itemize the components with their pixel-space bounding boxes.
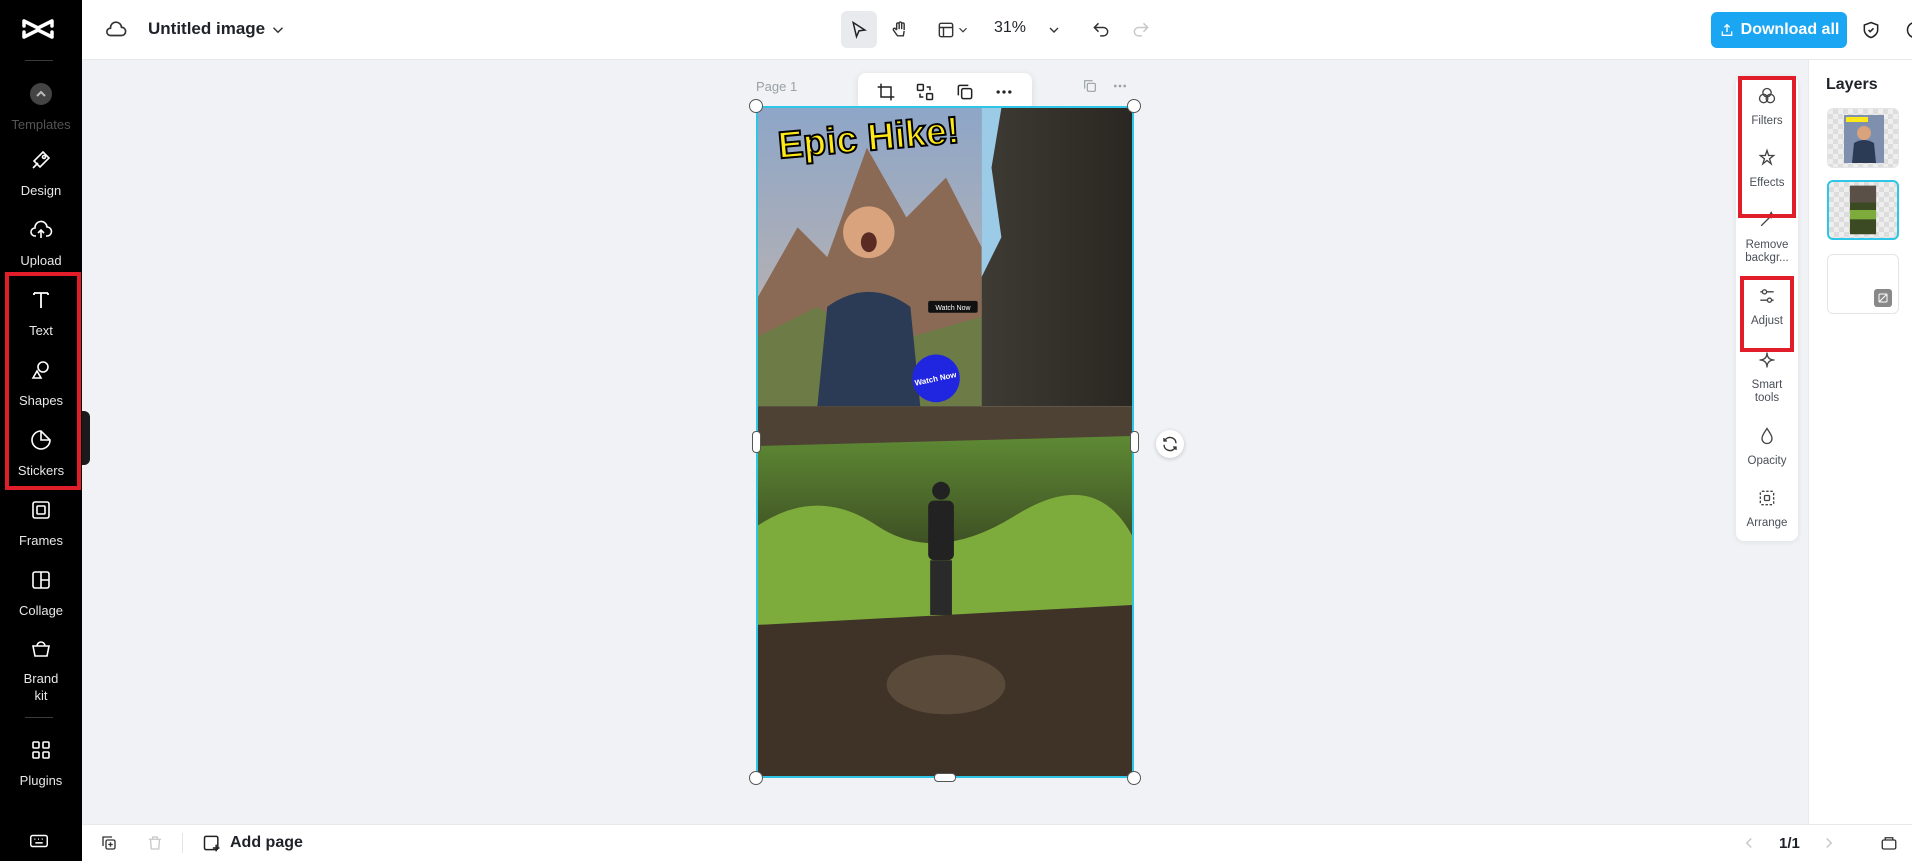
zoom-chevron-down-icon[interactable] bbox=[1044, 20, 1064, 40]
shield-icon[interactable] bbox=[1858, 17, 1884, 43]
tool-remove-background[interactable]: Remove backgr... bbox=[1736, 210, 1798, 265]
tool-label: Arrange bbox=[1746, 517, 1788, 529]
add-page-label: Add page bbox=[230, 834, 303, 851]
capcut-logo[interactable] bbox=[21, 14, 55, 44]
sidebar-item-design[interactable]: Design bbox=[0, 148, 82, 199]
templates-icon bbox=[29, 82, 53, 111]
bottom-divider bbox=[182, 833, 183, 853]
zoom-level[interactable]: 31% bbox=[994, 19, 1026, 37]
page-actions bbox=[1082, 78, 1128, 99]
keyboard-icon[interactable] bbox=[28, 830, 50, 857]
collage-icon bbox=[29, 568, 53, 597]
layer-thumbnail-1[interactable] bbox=[1827, 108, 1899, 168]
next-page-icon[interactable] bbox=[1820, 834, 1838, 857]
design-icon bbox=[29, 148, 53, 177]
sidebar-item-upload[interactable]: Upload bbox=[0, 218, 82, 269]
resize-handle-right[interactable] bbox=[1130, 431, 1139, 453]
add-frame-icon[interactable] bbox=[100, 834, 118, 857]
copy-icon[interactable] bbox=[951, 78, 979, 106]
sidebar-divider bbox=[25, 60, 53, 61]
sidebar-item-frames[interactable]: Frames bbox=[0, 498, 82, 549]
sidebar-item-label: Brand kit bbox=[23, 671, 59, 703]
replace-icon[interactable] bbox=[911, 78, 939, 106]
sidebar-divider bbox=[25, 717, 53, 718]
sidebar-item-brand-kit[interactable]: Brand kit bbox=[0, 636, 82, 704]
sparkle-icon bbox=[1757, 350, 1777, 375]
page-manager-icon[interactable] bbox=[1880, 834, 1898, 857]
top-bar: Untitled image 31% Download all bbox=[82, 0, 1912, 60]
droplet-icon bbox=[1757, 426, 1777, 451]
resize-handle-bottom-right[interactable] bbox=[1127, 771, 1141, 785]
trash-icon[interactable] bbox=[146, 834, 164, 857]
sidebar-item-label: Templates bbox=[11, 117, 71, 132]
sidebar-item-label: Frames bbox=[18, 533, 64, 548]
highlight-box-adjust bbox=[1740, 276, 1794, 352]
rotate-handle[interactable] bbox=[1156, 430, 1184, 458]
sidebar-item-label: Plugins bbox=[19, 773, 63, 788]
help-icon[interactable] bbox=[1902, 17, 1912, 43]
tool-opacity[interactable]: Opacity bbox=[1736, 426, 1798, 468]
layer-thumbnail-2[interactable] bbox=[1827, 180, 1899, 240]
frames-icon bbox=[29, 498, 53, 527]
download-all-label: Download all bbox=[1740, 21, 1840, 38]
sidebar-item-label: Collage bbox=[18, 603, 64, 618]
layer-thumbnail-3[interactable] bbox=[1827, 254, 1899, 314]
more-horizontal-icon[interactable] bbox=[990, 78, 1018, 106]
previous-page-icon[interactable] bbox=[1740, 834, 1758, 857]
export-icon bbox=[1721, 23, 1732, 36]
resize-handle-bottom[interactable] bbox=[934, 773, 956, 782]
chevron-down-icon[interactable] bbox=[268, 20, 288, 40]
more-horizontal-icon[interactable] bbox=[1112, 78, 1128, 99]
resize-handle-top-left[interactable] bbox=[749, 99, 763, 113]
select-tool-button[interactable] bbox=[841, 11, 877, 48]
tool-label: Remove backgr... bbox=[1745, 239, 1789, 264]
add-page-button[interactable]: Add page bbox=[202, 833, 303, 853]
design-canvas[interactable]: Watch Now Watch Now Epic Hike! bbox=[756, 106, 1134, 778]
page-counter: 1/1 bbox=[1779, 835, 1800, 852]
layers-panel: Layers bbox=[1808, 60, 1912, 824]
add-page-icon bbox=[203, 835, 220, 852]
highlight-box-text-shapes-stickers bbox=[5, 272, 81, 490]
highlight-box-filters-effects bbox=[1738, 76, 1796, 218]
rotate-icon bbox=[1163, 436, 1177, 452]
sidebar-item-label: Design bbox=[20, 183, 62, 198]
redo-icon[interactable] bbox=[1128, 17, 1154, 43]
canvas-artwork: Watch Now Watch Now Epic Hike! bbox=[758, 108, 1132, 776]
sidebar-item-label: Upload bbox=[20, 253, 62, 268]
sidebar-collapse-handle[interactable] bbox=[82, 411, 90, 465]
layout-icon bbox=[938, 22, 954, 37]
plugins-grid-icon bbox=[29, 738, 53, 767]
layers-title: Layers bbox=[1826, 76, 1878, 93]
arrange-icon bbox=[1757, 488, 1777, 513]
tool-smart-tools[interactable]: Smart tools bbox=[1736, 350, 1798, 405]
page-label: Page 1 bbox=[756, 79, 798, 94]
tool-label: Opacity bbox=[1747, 455, 1787, 467]
sidebar-item-templates[interactable]: Templates bbox=[0, 82, 82, 133]
resize-handle-left[interactable] bbox=[752, 431, 761, 453]
resize-handle-bottom-left[interactable] bbox=[749, 771, 763, 785]
document-title[interactable]: Untitled image bbox=[148, 19, 265, 39]
resize-handle-top-right[interactable] bbox=[1127, 99, 1141, 113]
cursor-icon bbox=[852, 20, 867, 39]
tool-label: Smart tools bbox=[1751, 379, 1783, 404]
crop-icon[interactable] bbox=[872, 78, 900, 106]
undo-icon[interactable] bbox=[1088, 17, 1114, 43]
brand-kit-icon bbox=[29, 636, 53, 665]
download-all-button[interactable]: Download all bbox=[1711, 12, 1847, 48]
bottom-bar: Add page 1/1 bbox=[82, 824, 1912, 861]
hand-tool-button[interactable] bbox=[882, 11, 918, 48]
sidebar-item-collage[interactable]: Collage bbox=[0, 568, 82, 619]
tool-arrange[interactable]: Arrange bbox=[1736, 488, 1798, 530]
background-layer-icon bbox=[1874, 289, 1892, 307]
hand-icon bbox=[892, 20, 905, 37]
watch-now-tag: Watch Now bbox=[935, 305, 971, 312]
cloud-upload-icon bbox=[29, 218, 53, 247]
sidebar-item-plugins[interactable]: Plugins bbox=[0, 738, 82, 789]
chevron-down-icon bbox=[959, 27, 967, 33]
duplicate-page-icon[interactable] bbox=[1082, 78, 1098, 99]
layout-menu-button[interactable] bbox=[930, 11, 976, 48]
cloud-save-icon[interactable] bbox=[104, 18, 128, 42]
